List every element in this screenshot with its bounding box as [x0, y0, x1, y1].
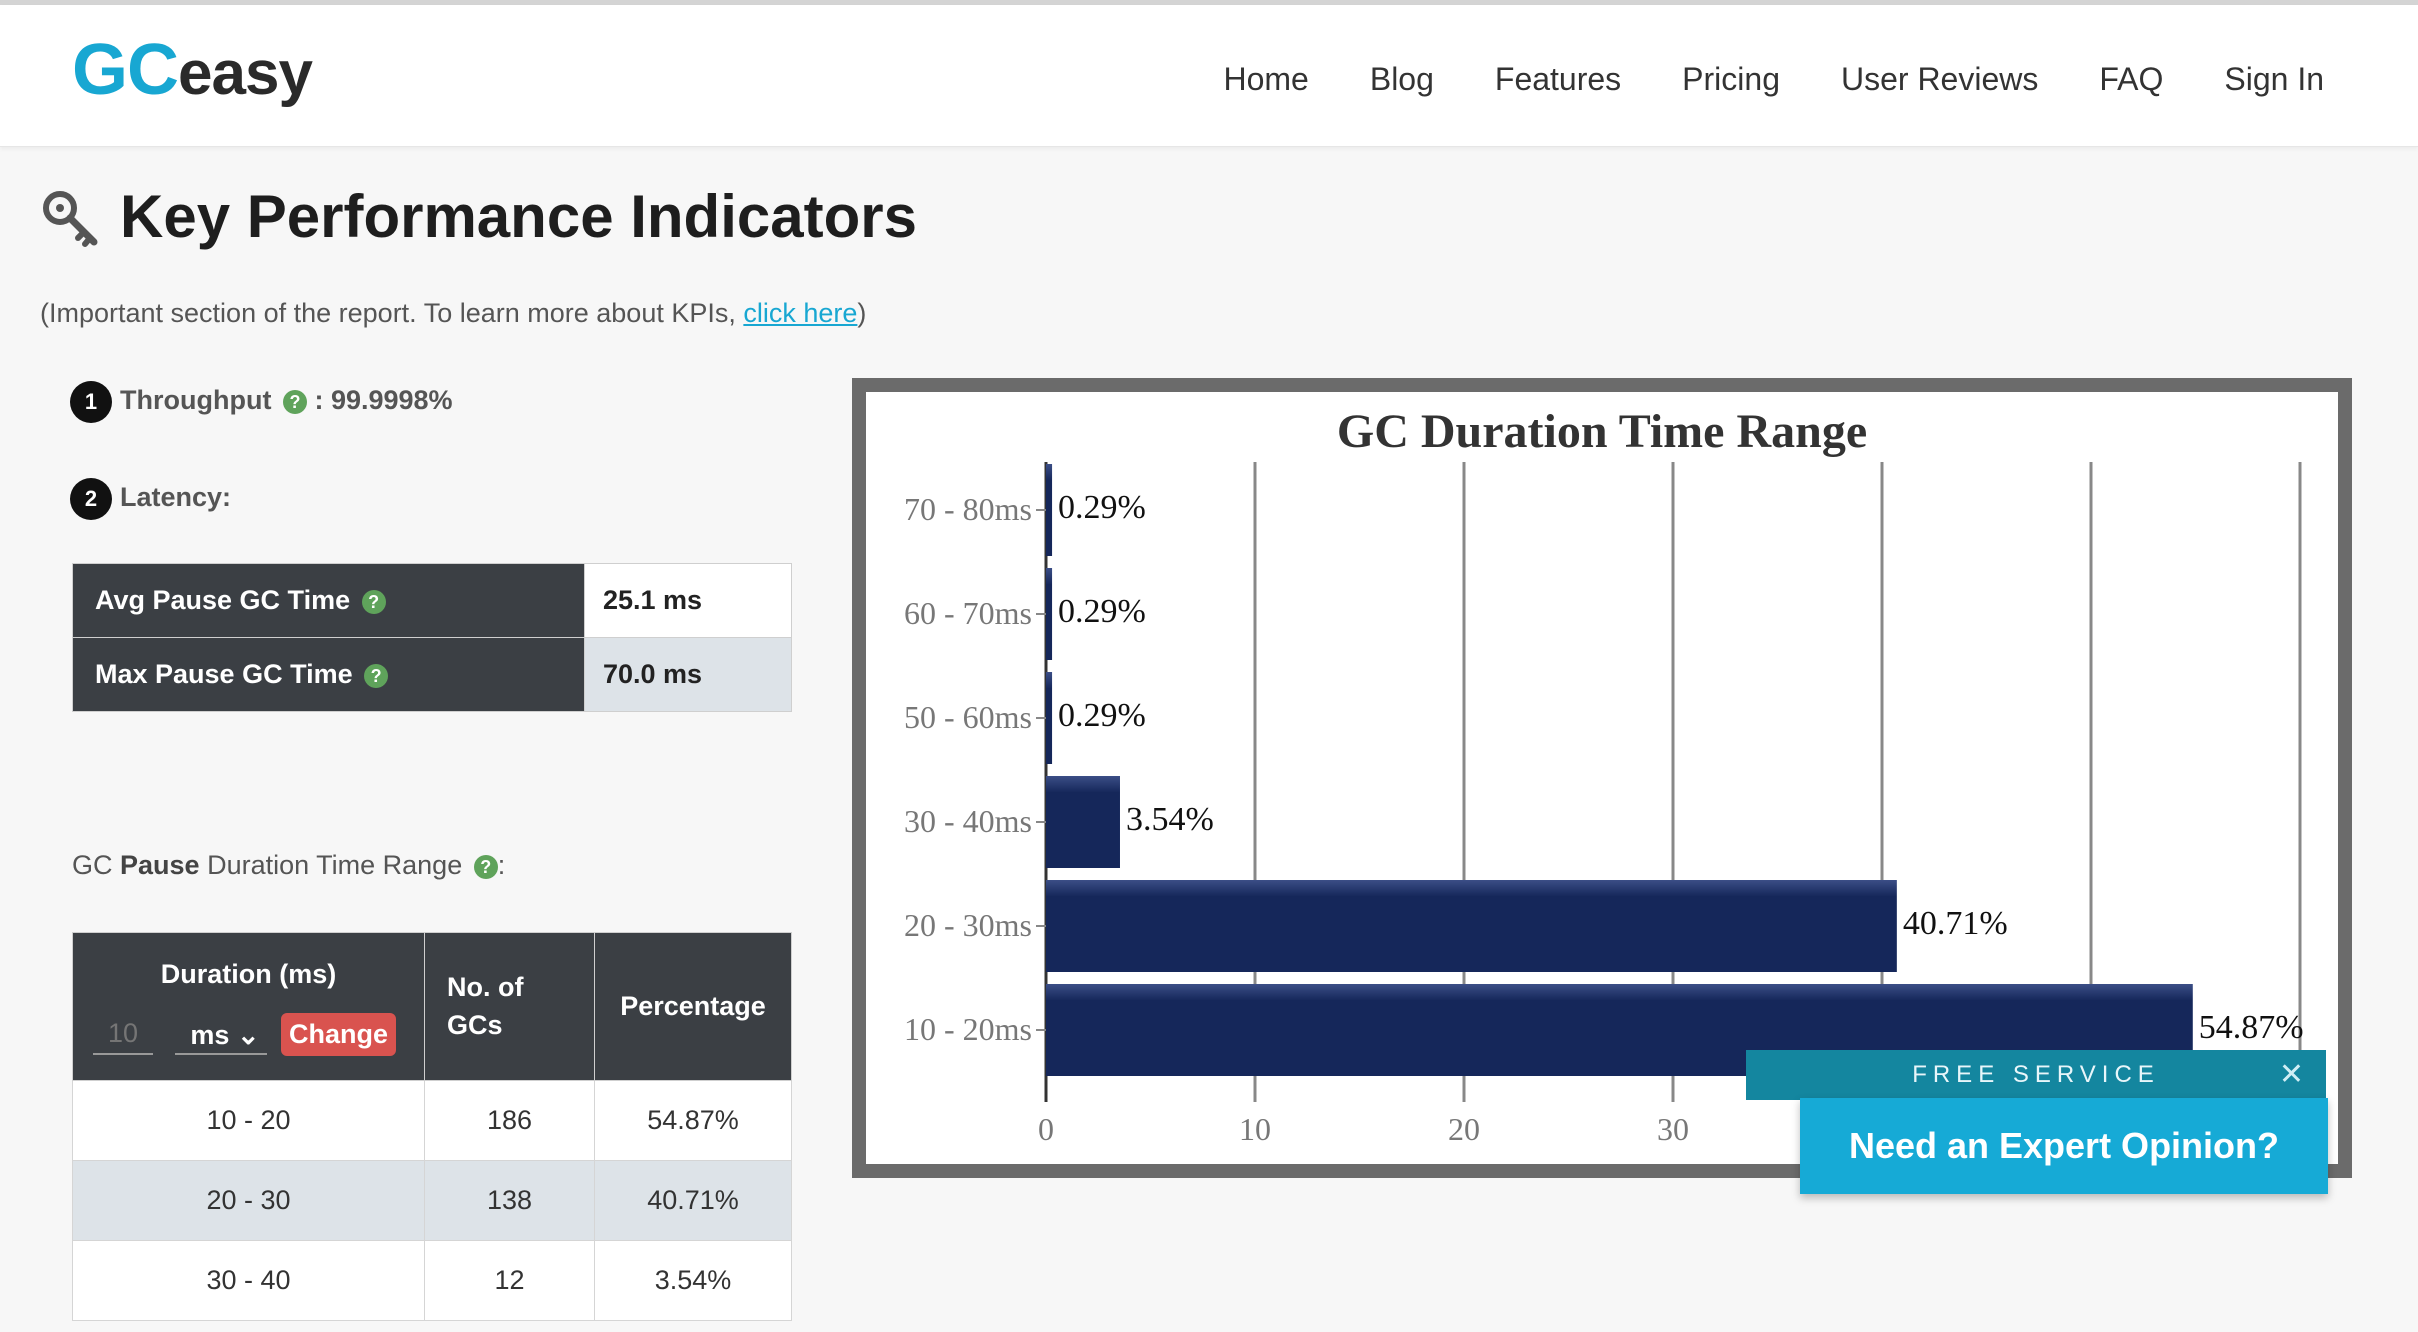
- page-title: Key Performance Indicators: [120, 183, 917, 250]
- table-header-row: Duration (ms) ms ⌄ Change No. of GCs Perc…: [72, 932, 792, 1081]
- avg-pause-label: Avg Pause GC Time: [95, 585, 351, 615]
- logo-gc: GC: [72, 30, 179, 110]
- pct-cell: 40.71%: [594, 1160, 792, 1241]
- free-service-label: FREE SERVICE: [1912, 1061, 2160, 1088]
- range-cell: 20 - 30: [72, 1160, 425, 1241]
- range-cell: 10 - 20: [72, 1080, 425, 1161]
- pct-cell: 3.54%: [594, 1240, 792, 1321]
- chart-area: GC Duration Time Range 70 - 80ms 0.29% 60 …: [866, 392, 2338, 1164]
- throughput-value: : 99.9998%: [306, 385, 453, 416]
- nav-home[interactable]: Home: [1223, 61, 1308, 98]
- nav-menu: Home Blog Features Pricing User Reviews …: [1162, 61, 2324, 98]
- x-tick-label: 10: [1239, 1111, 1271, 1147]
- nav-blog[interactable]: Blog: [1370, 61, 1434, 98]
- table-row: Avg Pause GC Time ? 25.1 ms: [72, 563, 792, 638]
- duration-interval-input[interactable]: [93, 1014, 153, 1055]
- range-section-label: GC Pause Duration Time Range ?:: [72, 850, 505, 881]
- latency-badge: 2: [70, 478, 112, 520]
- expert-opinion-button[interactable]: Need an Expert Opinion?: [1800, 1098, 2328, 1194]
- duration-header-label: Duration (ms): [160, 959, 337, 989]
- max-pause-value: 70.0 ms: [584, 637, 792, 712]
- key-icon: [43, 191, 98, 247]
- y-tick-label: 60 - 70ms: [904, 595, 1032, 631]
- y-tick-label: 20 - 30ms: [904, 907, 1032, 943]
- data-label: 0.29%: [1058, 489, 1146, 526]
- avg-pause-key: Avg Pause GC Time ?: [72, 563, 585, 638]
- count-cell: 138: [424, 1160, 595, 1241]
- percentage-header: Percentage: [594, 932, 792, 1081]
- gcs-header-line1: No. of: [447, 971, 524, 1002]
- click-here-link[interactable]: click here: [743, 298, 857, 328]
- throughput-badge: 1: [70, 381, 112, 423]
- max-pause-label: Max Pause GC Time: [95, 659, 353, 689]
- logo-easy: easy: [178, 39, 313, 108]
- range-label-pre: GC: [72, 850, 121, 880]
- x-tick-label: 30: [1657, 1111, 1689, 1147]
- duration-header: Duration (ms) ms ⌄ Change: [72, 932, 425, 1081]
- latency-label: Latency:: [120, 482, 232, 513]
- kpi-subtitle: (Important section of the report. To lea…: [40, 298, 866, 329]
- duration-unit-select[interactable]: ms ⌄: [175, 1015, 267, 1055]
- navbar: GCeasy Home Blog Features Pricing User R…: [0, 5, 2418, 147]
- bar: [1046, 464, 1053, 556]
- y-tick-label: 10 - 20ms: [904, 1011, 1032, 1047]
- duration-table: Duration (ms) ms ⌄ Change No. of GCs Perc…: [72, 932, 792, 1321]
- bar: [1046, 880, 1897, 972]
- duration-unit-value: ms: [190, 1019, 230, 1050]
- table-row: 10 - 20 186 54.87%: [72, 1080, 792, 1161]
- count-cell: 12: [424, 1240, 595, 1321]
- range-label-post: Duration Time Range: [199, 850, 463, 880]
- free-service-banner[interactable]: FREE SERVICE ✕: [1746, 1050, 2326, 1100]
- latency-table: Avg Pause GC Time ? 25.1 ms Max Pause GC…: [72, 563, 792, 712]
- nav-pricing[interactable]: Pricing: [1682, 61, 1780, 98]
- table-row: Max Pause GC Time ? 70.0 ms: [72, 637, 792, 712]
- close-icon[interactable]: ✕: [2279, 1050, 2304, 1100]
- count-cell: 186: [424, 1080, 595, 1161]
- gceasy-logo[interactable]: GCeasy: [72, 29, 313, 111]
- pct-cell: 54.87%: [594, 1080, 792, 1161]
- table-row: 30 - 40 12 3.54%: [72, 1240, 792, 1321]
- help-icon[interactable]: ?: [364, 663, 389, 688]
- duration-controls: ms ⌄ Change: [93, 1013, 397, 1056]
- data-label: 0.29%: [1058, 697, 1146, 734]
- help-icon[interactable]: ?: [282, 390, 307, 414]
- kpi-subtitle-suffix: ): [857, 298, 867, 328]
- data-label: 0.29%: [1058, 593, 1146, 630]
- avg-pause-value: 25.1 ms: [584, 563, 792, 638]
- gc-duration-chart: 70 - 80ms 0.29% 60 - 70ms 0.29% 50 - 60ms 0.2…: [904, 462, 2304, 1147]
- y-tick-label: 30 - 40ms: [904, 803, 1032, 839]
- bar: [1046, 776, 1120, 868]
- bar: [1046, 568, 1053, 660]
- nav-faq[interactable]: FAQ: [2099, 61, 2163, 98]
- kpi-subtitle-prefix: (Important section of the report. To lea…: [40, 298, 744, 328]
- x-tick-label: 20: [1448, 1111, 1480, 1147]
- throughput-line: 1 Throughput ? : 99.9998%: [70, 381, 453, 423]
- y-tick-label: 70 - 80ms: [904, 491, 1032, 527]
- range-label-end: :: [497, 850, 506, 880]
- nav-sign-in[interactable]: Sign In: [2224, 61, 2324, 98]
- chevron-down-icon: ⌄: [236, 1019, 260, 1050]
- max-pause-key: Max Pause GC Time ?: [72, 637, 585, 712]
- nav-features[interactable]: Features: [1495, 61, 1621, 98]
- range-label-bold: Pause: [120, 850, 200, 880]
- data-label: 40.71%: [1903, 905, 2008, 942]
- throughput-label: Throughput: [120, 385, 272, 416]
- gcs-header-line2: GCs: [447, 1009, 503, 1040]
- data-label: 3.54%: [1126, 801, 1214, 838]
- x-tick-label: 0: [1038, 1111, 1054, 1147]
- change-button[interactable]: Change: [281, 1013, 397, 1056]
- gcs-header: No. of GCs: [424, 932, 595, 1081]
- data-label: 54.87%: [2199, 1009, 2304, 1046]
- help-icon[interactable]: ?: [473, 854, 498, 879]
- nav-user-reviews[interactable]: User Reviews: [1841, 61, 2038, 98]
- help-icon[interactable]: ?: [361, 589, 386, 614]
- range-cell: 30 - 40: [72, 1240, 425, 1321]
- y-tick-label: 50 - 60ms: [904, 699, 1032, 735]
- bar: [1046, 672, 1053, 764]
- table-row: 20 - 30 138 40.71%: [72, 1160, 792, 1241]
- latency-line: 2 Latency:: [70, 478, 231, 520]
